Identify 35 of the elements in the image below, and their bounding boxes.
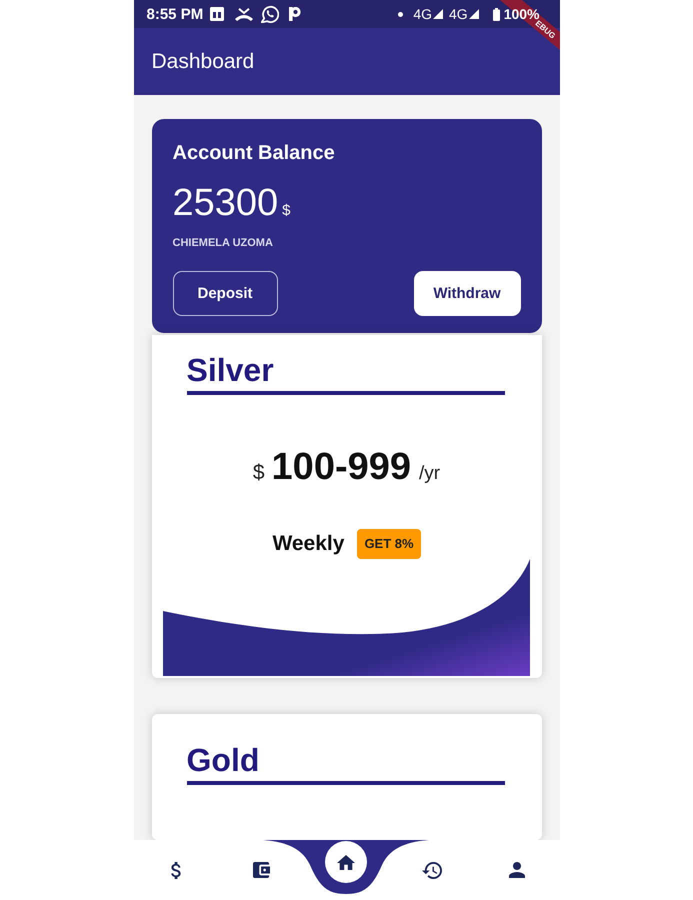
signal-icon <box>433 9 443 19</box>
person-icon <box>508 862 525 878</box>
battery-level: 100% <box>504 6 540 22</box>
price-period: /yr <box>419 462 440 486</box>
currency-symbol: $ <box>252 460 265 486</box>
status-time: 8:55 PM <box>146 6 204 22</box>
balance-amount: 25300 <box>172 183 278 223</box>
page-title: Dashboard <box>152 50 254 74</box>
battery-icon <box>492 8 500 20</box>
return-badge: GET 8% <box>357 529 421 559</box>
history-tab[interactable] <box>422 862 442 878</box>
missed-call-icon <box>235 8 254 20</box>
home-icon <box>337 854 356 870</box>
calendar-icon <box>210 7 224 21</box>
network-type: 4G <box>449 6 468 22</box>
money-tab[interactable] <box>170 862 182 878</box>
deposit-button[interactable]: Deposit <box>172 271 278 316</box>
network-type: 4G <box>413 6 432 22</box>
dollar-icon <box>170 862 182 878</box>
chat-bubble-icon <box>261 5 280 23</box>
payout-frequency: Weekly <box>272 531 344 557</box>
signal-icon <box>468 9 479 19</box>
notification-dot-icon <box>398 12 404 16</box>
wallet-tab[interactable] <box>252 862 270 878</box>
balance-title: Account Balance <box>172 141 335 165</box>
profile-tab[interactable] <box>508 862 525 878</box>
currency-symbol: $ <box>282 201 291 221</box>
account-holder-name: CHIEMELA UZOMA <box>172 236 273 250</box>
plan-title: Gold <box>186 742 260 778</box>
history-icon <box>422 862 442 878</box>
plan-price: 100-999 <box>272 445 412 490</box>
letter-p-icon <box>289 7 302 21</box>
plan-title: Silver <box>186 352 274 388</box>
withdraw-button[interactable]: Withdraw <box>414 271 520 316</box>
wallet-icon <box>252 862 270 878</box>
